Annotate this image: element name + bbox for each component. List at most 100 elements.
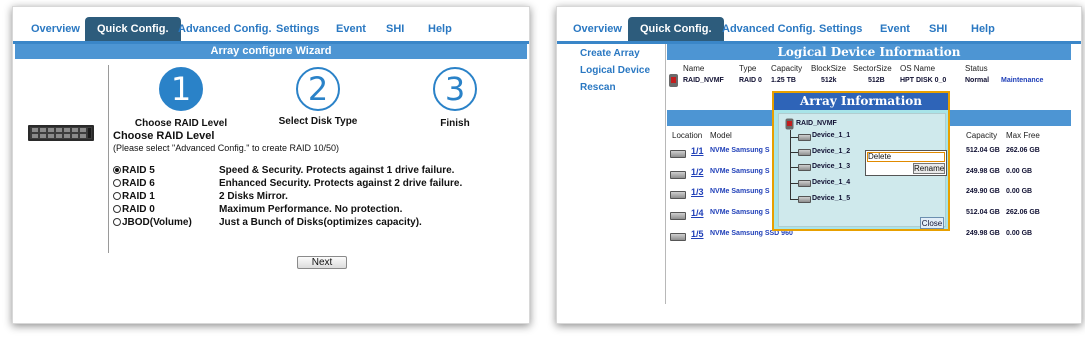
logical-device-panel: Overview Quick Config. Advanced Config. … bbox=[556, 6, 1082, 324]
col-header-sectorsize: SectorSize bbox=[853, 64, 892, 73]
raid-array-icon bbox=[669, 74, 678, 87]
vertical-divider bbox=[108, 65, 109, 253]
step-1-label: Choose RAID Level bbox=[134, 118, 228, 129]
step-2-circle: 2 bbox=[296, 67, 340, 111]
raid-option-desc: Maximum Performance. No protection. bbox=[219, 204, 403, 215]
sidebar-item-rescan[interactable]: Rescan bbox=[580, 82, 616, 93]
section-heading: Choose RAID Level bbox=[113, 130, 215, 142]
ld-name[interactable]: RAID_NVMF bbox=[683, 77, 724, 84]
ld-type: RAID 0 bbox=[739, 77, 762, 84]
disk-icon bbox=[670, 191, 686, 199]
section-note: (Please select "Advanced Config." to cre… bbox=[113, 143, 340, 153]
device-location-link[interactable]: 1/4 bbox=[691, 208, 704, 218]
device-model: NVMe Samsung S bbox=[710, 188, 770, 195]
radio-icon[interactable] bbox=[113, 166, 121, 174]
col-header-capacity: Capacity bbox=[771, 64, 803, 73]
radio-icon[interactable] bbox=[113, 179, 121, 187]
raid-option-label: RAID 6 bbox=[122, 178, 155, 189]
disk-icon bbox=[798, 180, 811, 187]
col-header-max-free: Max Free bbox=[1006, 131, 1040, 140]
disk-icon bbox=[798, 149, 811, 156]
step-1-circle: 1 bbox=[159, 67, 203, 111]
server-chassis-icon bbox=[28, 125, 94, 141]
tree-device[interactable]: Device_1_2 bbox=[812, 148, 850, 155]
close-button[interactable]: Close bbox=[920, 217, 944, 229]
raid-option-label: RAID 5 bbox=[122, 165, 155, 176]
tree-device[interactable]: Device_1_1 bbox=[812, 132, 850, 139]
raid-option-raid6[interactable]: RAID 6 Enhanced Security. Protects again… bbox=[113, 178, 462, 191]
tree-root[interactable]: RAID_NVMF bbox=[796, 120, 837, 127]
ld-sectorsize: 512B bbox=[868, 77, 885, 84]
ld-status: Normal bbox=[965, 77, 990, 84]
tree-device[interactable]: Device_1_3 bbox=[812, 163, 850, 170]
disk-icon bbox=[670, 171, 686, 179]
maintenance-link[interactable]: Maintenance bbox=[1001, 77, 1043, 84]
col-header-capacity: Capacity bbox=[966, 131, 998, 140]
ld-os-name: HPT DISK 0_0 bbox=[900, 77, 947, 84]
raid-option-raid1[interactable]: RAID 1 2 Disks Mirror. bbox=[113, 191, 288, 204]
radio-icon[interactable] bbox=[113, 205, 121, 213]
tree-connector bbox=[790, 130, 791, 200]
tab-advanced-config[interactable]: Advanced Config. bbox=[722, 17, 816, 41]
device-location-link[interactable]: 1/3 bbox=[691, 187, 704, 197]
logical-device-info-title: Logical Device Information bbox=[667, 44, 1071, 60]
device-max-free: 0.00 GB bbox=[1006, 168, 1033, 175]
tab-settings[interactable]: Settings bbox=[276, 17, 319, 41]
disk-icon bbox=[670, 150, 686, 158]
step-3-circle: 3 bbox=[433, 67, 477, 111]
col-header-type: Type bbox=[739, 64, 757, 73]
sidebar-item-logical-device[interactable]: Logical Device bbox=[580, 65, 650, 76]
device-capacity: 249.90 GB bbox=[966, 188, 1000, 195]
radio-icon[interactable] bbox=[113, 218, 121, 226]
tab-quick-config[interactable]: Quick Config. bbox=[628, 17, 724, 41]
delete-menu-item[interactable]: Delete bbox=[868, 152, 891, 161]
tab-shi[interactable]: SHI bbox=[929, 17, 947, 41]
device-max-free: 262.06 GB bbox=[1006, 147, 1040, 154]
tree-device[interactable]: Device_1_4 bbox=[812, 179, 850, 186]
radio-icon[interactable] bbox=[113, 192, 121, 200]
next-button[interactable]: Next bbox=[297, 256, 347, 269]
tab-advanced-config[interactable]: Advanced Config. bbox=[178, 17, 272, 41]
device-capacity: 512.04 GB bbox=[966, 209, 1000, 216]
array-info-dialog: Array Information RAID_NVMF Device_1_1 D… bbox=[772, 91, 950, 231]
raid-option-jbod[interactable]: JBOD(Volume) Just a Bunch of Disks(optim… bbox=[113, 217, 422, 230]
tab-overview[interactable]: Overview bbox=[31, 17, 80, 41]
disk-icon bbox=[798, 164, 811, 171]
nav-tabs: Overview Quick Config. Advanced Config. … bbox=[13, 17, 529, 41]
tab-help[interactable]: Help bbox=[428, 17, 452, 41]
raid-option-label: JBOD(Volume) bbox=[122, 217, 192, 228]
raid-option-desc: Just a Bunch of Disks(optimizes capacity… bbox=[219, 217, 422, 228]
tab-event[interactable]: Event bbox=[880, 17, 910, 41]
rename-button[interactable]: Rename bbox=[913, 163, 945, 174]
raid-option-raid5[interactable]: RAID 5 Speed & Security. Protects agains… bbox=[113, 165, 454, 178]
array-tree: RAID_NVMF Device_1_1 Device_1_2 Device_1… bbox=[778, 113, 947, 227]
device-model: NVMe Samsung S bbox=[710, 209, 770, 216]
tab-quick-config[interactable]: Quick Config. bbox=[85, 17, 181, 41]
device-location-link[interactable]: 1/2 bbox=[691, 167, 704, 177]
tree-device[interactable]: Device_1_5 bbox=[812, 195, 850, 202]
sidebar-item-create-array[interactable]: Create Array bbox=[580, 48, 640, 59]
dialog-title: Array Information bbox=[774, 93, 948, 110]
sidebar-divider bbox=[665, 44, 666, 304]
device-model: NVMe Samsung S bbox=[710, 147, 770, 154]
device-location-link[interactable]: 1/1 bbox=[691, 146, 704, 156]
col-header-status: Status bbox=[965, 64, 988, 73]
tab-event[interactable]: Event bbox=[336, 17, 366, 41]
tree-connector bbox=[790, 152, 798, 153]
device-max-free: 262.06 GB bbox=[1006, 209, 1040, 216]
col-header-location: Location bbox=[672, 131, 703, 140]
col-header-model: Model bbox=[710, 131, 732, 140]
disk-icon bbox=[670, 212, 686, 220]
tree-connector bbox=[790, 183, 798, 184]
raid-option-raid0[interactable]: RAID 0 Maximum Performance. No protectio… bbox=[113, 204, 402, 217]
tab-help[interactable]: Help bbox=[971, 17, 995, 41]
tab-shi[interactable]: SHI bbox=[386, 17, 404, 41]
tree-connector bbox=[790, 137, 798, 138]
tree-connector bbox=[790, 199, 798, 200]
tab-settings[interactable]: Settings bbox=[819, 17, 862, 41]
col-header-name: Name bbox=[683, 64, 705, 73]
device-location-link[interactable]: 1/5 bbox=[691, 229, 704, 239]
ld-blocksize: 512k bbox=[821, 77, 837, 84]
disk-icon bbox=[670, 233, 686, 241]
tab-overview[interactable]: Overview bbox=[573, 17, 622, 41]
